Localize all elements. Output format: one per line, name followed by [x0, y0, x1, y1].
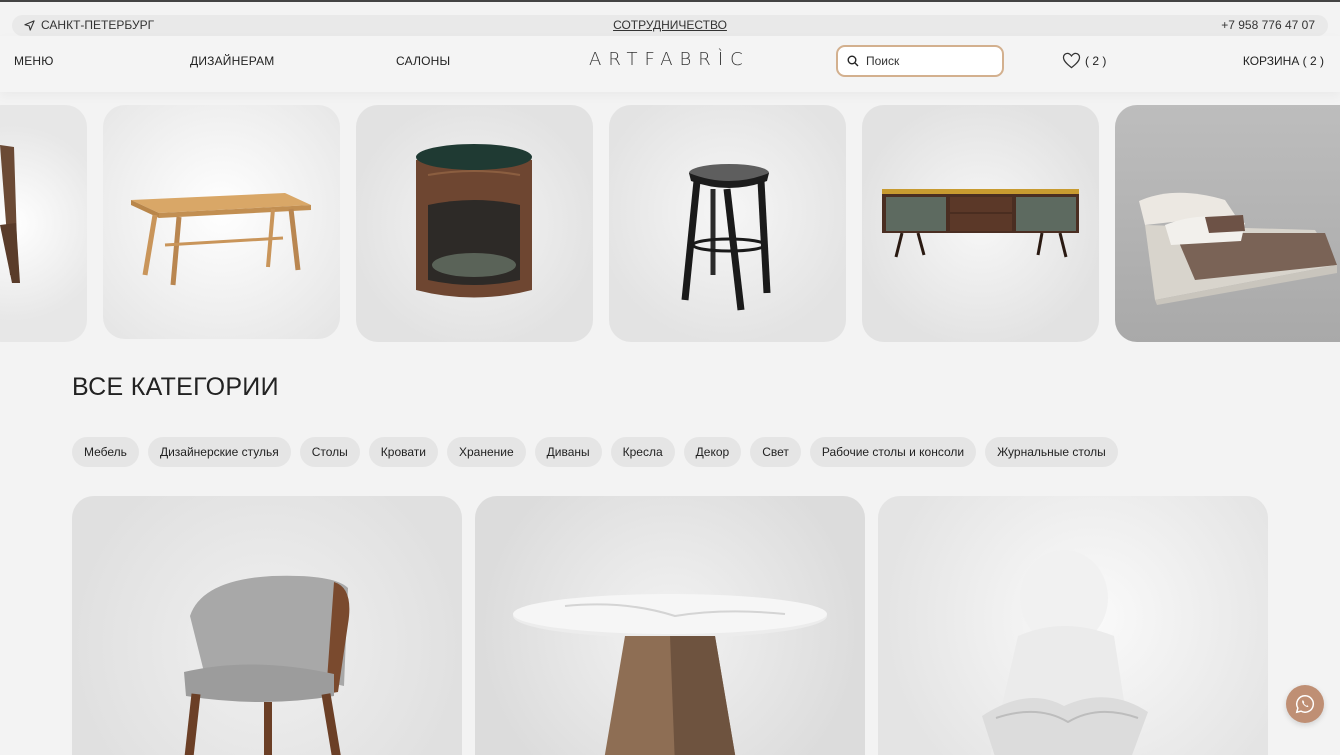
phone-link[interactable]: +7 958 776 47 07 — [1221, 18, 1315, 32]
bar-stool-image — [681, 164, 771, 311]
dining-table-image — [131, 193, 311, 286]
category-chip-storage[interactable]: Хранение — [446, 437, 526, 467]
category-chip-desks-consoles[interactable]: Рабочие столы и консоли — [809, 437, 977, 467]
nav-designers[interactable]: ДИЗАЙНЕРАМ — [190, 54, 275, 68]
categories-title: ВСЕ КАТЕГОРИИ — [72, 373, 279, 401]
carousel-card-bed[interactable] — [1115, 105, 1340, 342]
main-header: МЕНЮ ДИЗАЙНЕРАМ САЛОНЫ ARTFABRÌC ( 2 ) К… — [0, 36, 1340, 92]
location-arrow-icon — [24, 19, 35, 31]
nav-salons[interactable]: САЛОНЫ — [396, 54, 450, 68]
category-chip-sofas[interactable]: Диваны — [534, 437, 602, 467]
info-bar: САНКТ-ПЕТЕРБУРГ СОТРУДНИЧЕСТВО +7 958 77… — [12, 15, 1328, 36]
search-input[interactable] — [866, 54, 986, 68]
carousel-card-dining-table[interactable] — [103, 105, 340, 339]
whatsapp-chat-button[interactable] — [1286, 685, 1324, 723]
favorites-button[interactable]: ( 2 ) — [1062, 52, 1106, 69]
category-chip-beds[interactable]: Кровати — [368, 437, 438, 467]
featured-card-chairs[interactable] — [72, 496, 462, 755]
search-icon — [847, 55, 859, 67]
carousel-card-chair[interactable] — [0, 105, 87, 342]
whatsapp-icon — [1295, 695, 1315, 714]
chair-image — [0, 145, 20, 283]
favorites-count: ( 2 ) — [1085, 53, 1107, 68]
category-chip-designer-chairs[interactable]: Дизайнерские стулья — [147, 437, 291, 467]
category-chip-tables[interactable]: Столы — [299, 437, 360, 467]
city-selector[interactable]: САНКТ-ПЕТЕРБУРГ — [24, 18, 154, 32]
bedside-table-image — [416, 144, 532, 298]
carousel-card-sideboard[interactable] — [862, 105, 1099, 342]
category-chip-lighting[interactable]: Свет — [750, 437, 801, 467]
category-chip-furniture[interactable]: Мебель — [72, 437, 139, 467]
category-chip-decor[interactable]: Декор — [683, 437, 742, 467]
category-chip-armchairs[interactable]: Кресла — [610, 437, 675, 467]
marble-round-table-image — [513, 594, 827, 755]
featured-card-tables[interactable] — [475, 496, 865, 755]
bedside-sideboard-image — [882, 189, 1079, 258]
city-label: САНКТ-ПЕТЕРБУРГ — [41, 18, 155, 32]
featured-card-decor[interactable] — [878, 496, 1268, 755]
site-logo[interactable]: ARTFABRÌC — [589, 49, 750, 70]
heart-icon — [1062, 52, 1081, 69]
search-box[interactable] — [836, 45, 1004, 77]
carousel-card-bar-stool[interactable] — [609, 105, 846, 342]
category-chips: Мебель Дизайнерские стулья Столы Кровати… — [72, 437, 1118, 467]
cart-button[interactable]: КОРЗИНА ( 2 ) — [1243, 54, 1324, 68]
category-chip-coffee-tables[interactable]: Журнальные столы — [985, 437, 1118, 467]
reading-figure-sculpture-image — [982, 550, 1148, 755]
cooperation-link[interactable]: СОТРУДНИЧЕСТВО — [613, 18, 727, 32]
bed-image — [1139, 192, 1337, 305]
top-border-line — [0, 0, 1340, 2]
upholstered-chair-image — [184, 575, 350, 755]
menu-button[interactable]: МЕНЮ — [14, 54, 54, 68]
carousel-card-bedside-table[interactable] — [356, 105, 593, 342]
